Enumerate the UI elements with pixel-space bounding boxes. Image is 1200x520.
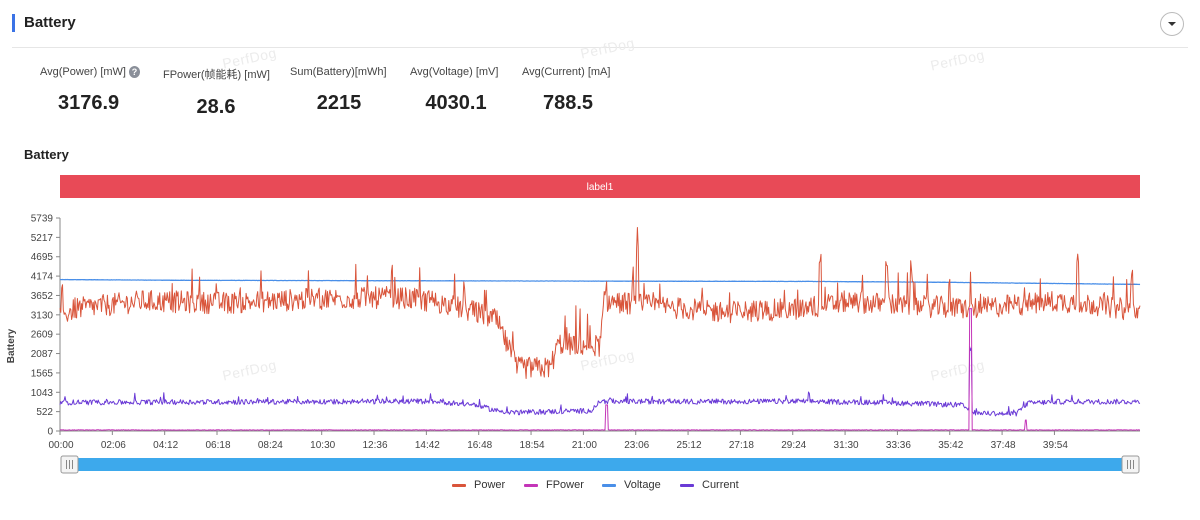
x-tick-label: 06:18 bbox=[205, 440, 230, 451]
legend-label: Current bbox=[702, 479, 739, 491]
panel-header: Battery bbox=[12, 10, 1188, 48]
battery-panel: Battery PerfDog PerfDog PerfDog PerfDog … bbox=[0, 0, 1200, 520]
metric-label: Sum(Battery)[mWh] bbox=[290, 66, 387, 78]
metric-fpower: FPower(帧能耗) [mW] 28.6 bbox=[163, 66, 270, 119]
series-line-current bbox=[59, 346, 1141, 417]
collapse-button[interactable] bbox=[1160, 12, 1184, 36]
metric-avg-power: Avg(Power) [mW] ? 3176.9 bbox=[40, 66, 140, 115]
chart-title: Battery bbox=[24, 147, 69, 162]
legend-label: Power bbox=[474, 479, 506, 491]
zoom-slider[interactable] bbox=[60, 455, 1140, 474]
x-tick-label: 18:54 bbox=[520, 440, 545, 451]
label-band-text: label1 bbox=[587, 182, 614, 193]
title-accent-bar bbox=[12, 14, 15, 32]
y-tick-label: 1043 bbox=[31, 388, 54, 399]
x-tick-label: 10:30 bbox=[310, 440, 335, 451]
legend-item-power[interactable]: Power bbox=[452, 479, 505, 491]
y-tick-label: 4695 bbox=[31, 252, 54, 263]
x-tick-label: 39:54 bbox=[1043, 440, 1068, 451]
legend-swatch bbox=[452, 483, 466, 487]
chevron-down-icon bbox=[1168, 22, 1176, 26]
legend-swatch bbox=[524, 483, 538, 487]
metric-value: 28.6 bbox=[196, 96, 236, 118]
x-tick-label: 08:24 bbox=[258, 440, 283, 451]
y-tick-label: 1565 bbox=[31, 368, 54, 379]
y-tick-label: 5217 bbox=[31, 233, 54, 244]
x-tick-label: 14:42 bbox=[415, 440, 440, 451]
legend-item-current[interactable]: Current bbox=[680, 479, 739, 491]
x-tick-label: 02:06 bbox=[101, 440, 126, 451]
metric-label: Avg(Current) [mA] bbox=[522, 66, 611, 78]
x-tick-label: 23:06 bbox=[624, 440, 649, 451]
legend-swatch bbox=[602, 483, 616, 487]
panel-title: Battery bbox=[24, 14, 76, 31]
series-line-power bbox=[59, 227, 1141, 379]
x-tick-label: 25:12 bbox=[677, 440, 702, 451]
metric-value: 2215 bbox=[316, 92, 362, 114]
metric-value: 4030.1 bbox=[425, 92, 487, 114]
x-tick-label: 12:36 bbox=[363, 440, 388, 451]
metric-sum-battery: Sum(Battery)[mWh] 2215 bbox=[290, 66, 388, 115]
y-tick-label: 2087 bbox=[31, 349, 54, 360]
metric-avg-current: Avg(Current) [mA] 788.5 bbox=[522, 66, 614, 115]
y-tick-label: 522 bbox=[36, 407, 53, 418]
x-tick-label: 33:36 bbox=[886, 440, 911, 451]
legend-label: FPower bbox=[546, 479, 584, 491]
legend-item-voltage[interactable]: Voltage bbox=[602, 479, 661, 491]
x-tick-label: 35:42 bbox=[938, 440, 963, 451]
chart-legend: Power FPower Voltage Current bbox=[0, 479, 1200, 495]
watermark: PerfDog bbox=[928, 46, 986, 74]
legend-label: Voltage bbox=[624, 479, 661, 491]
legend-swatch bbox=[680, 483, 694, 487]
metric-label: Avg(Voltage) [mV] bbox=[410, 66, 499, 78]
metric-label: Avg(Power) [mW] bbox=[40, 66, 126, 78]
x-tick-label: 37:48 bbox=[991, 440, 1016, 451]
y-tick-label: 3652 bbox=[31, 291, 54, 302]
y-axis-label: Battery bbox=[6, 328, 17, 363]
y-tick-label: 3130 bbox=[31, 310, 54, 321]
x-tick-label: 29:24 bbox=[781, 440, 806, 451]
x-tick-label: 31:30 bbox=[834, 440, 859, 451]
y-tick-label: 4174 bbox=[31, 272, 54, 283]
y-tick-label: 5739 bbox=[31, 214, 54, 225]
x-tick-label: 00:00 bbox=[48, 440, 73, 451]
x-tick-label: 21:00 bbox=[572, 440, 597, 451]
metric-label: FPower(帧能耗) [mW] bbox=[163, 69, 270, 81]
y-tick-label: 2609 bbox=[31, 330, 54, 341]
series-line-voltage bbox=[59, 278, 1141, 286]
metric-value: 788.5 bbox=[542, 92, 594, 114]
metric-avg-voltage: Avg(Voltage) [mV] 4030.1 bbox=[410, 66, 502, 115]
series-line-fpower bbox=[59, 307, 1141, 431]
battery-chart[interactable]: label1 0 522 1043 1565 2087 2609 3130 3652 4174 4… bbox=[0, 168, 1200, 478]
legend-item-fpower[interactable]: FPower bbox=[524, 479, 584, 491]
x-tick-label: 16:48 bbox=[467, 440, 492, 451]
slider-track[interactable] bbox=[66, 458, 1134, 471]
x-tick-label: 27:18 bbox=[729, 440, 754, 451]
help-icon[interactable]: ? bbox=[128, 66, 140, 78]
x-tick-label: 04:12 bbox=[153, 440, 178, 451]
y-tick-label: 0 bbox=[47, 427, 53, 438]
metric-value: 3176.9 bbox=[58, 92, 120, 114]
